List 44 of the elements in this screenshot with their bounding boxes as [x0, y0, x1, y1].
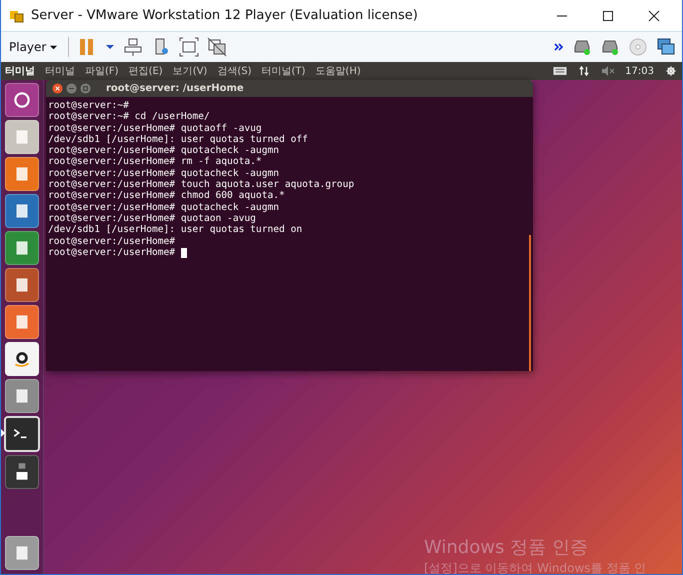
scrollbar[interactable] [529, 235, 531, 371]
menu-item[interactable]: 검색(S) [217, 64, 252, 78]
terminal-line: root@server:~# [48, 100, 129, 112]
caret-icon [49, 42, 58, 52]
terminal-line: root@server:/userHome# quotacheck -augmn [48, 145, 280, 156]
close-icon[interactable] [648, 10, 660, 22]
keyboard-icon[interactable] [553, 66, 568, 76]
gear-icon[interactable] [664, 66, 678, 76]
activation-text: [설정]으로 이동하여 Windows를 정품 인 [424, 560, 648, 574]
menu-item[interactable]: 터미널 [45, 64, 75, 78]
launcher-icon[interactable] [4, 416, 40, 452]
maximize-icon[interactable] [602, 10, 614, 22]
network-arrows-icon[interactable] [577, 66, 592, 76]
unity-icon[interactable] [207, 37, 228, 57]
close-icon[interactable] [52, 83, 63, 94]
menu-item[interactable]: 편집(E) [128, 64, 163, 78]
clock[interactable]: 17:03 [625, 66, 654, 76]
terminal-line: root@server:/userHome# [48, 246, 176, 258]
terminal-line: root@server:/userHome# quotacheck -augmn [48, 202, 280, 213]
menu-item[interactable]: 파일(F) [85, 64, 119, 78]
chevron-icon[interactable] [554, 42, 564, 52]
caret-icon[interactable] [105, 42, 116, 52]
terminal-line: root@server:/userHome# touch aquota.user aquota.group [48, 179, 354, 190]
player-menu[interactable]: Player [7, 40, 60, 54]
terminal-line: root@server:/userHome# quotacheck -augmn [48, 168, 280, 180]
terminal-title: root@server: /userHome [106, 83, 244, 94]
network-adapter-icon[interactable] [656, 37, 676, 57]
network-icon[interactable] [123, 37, 144, 57]
terminal-line: /dev/sdb1 [/userHome]: user quotas turned off [48, 134, 308, 146]
menu-item[interactable]: 터미널(T) [262, 64, 306, 78]
menu-item[interactable]: 보기(V) [172, 64, 208, 78]
terminal-line: root@server:/userHome# quotaon -avug [48, 212, 256, 224]
terminal-line: root@server:/userHome# chmod 600 aquota.* [48, 190, 285, 202]
fullscreen-icon[interactable] [179, 37, 200, 57]
terminal-line: root@server:/userHome# rm -f aquota.* [48, 156, 262, 168]
terminal-line: root@server:~# cd /userHome/ [48, 111, 210, 123]
active-app-name: 터미널 [5, 65, 35, 78]
speaker-muted-icon[interactable] [601, 66, 616, 76]
terminal-line: root@server:/userHome# quotaoff -avug [48, 122, 262, 134]
activation-title: Windows 정품 인증 [424, 536, 589, 560]
window-title: Server - VMware Workstation 12 Player (Evaluation license) [31, 8, 418, 23]
terminal-line: /dev/sdb1 [/userHome]: user quotas turned on [48, 224, 302, 236]
menu-item[interactable]: 도움말(H) [315, 64, 361, 78]
terminal-line: root@server:/userHome# [48, 236, 176, 247]
